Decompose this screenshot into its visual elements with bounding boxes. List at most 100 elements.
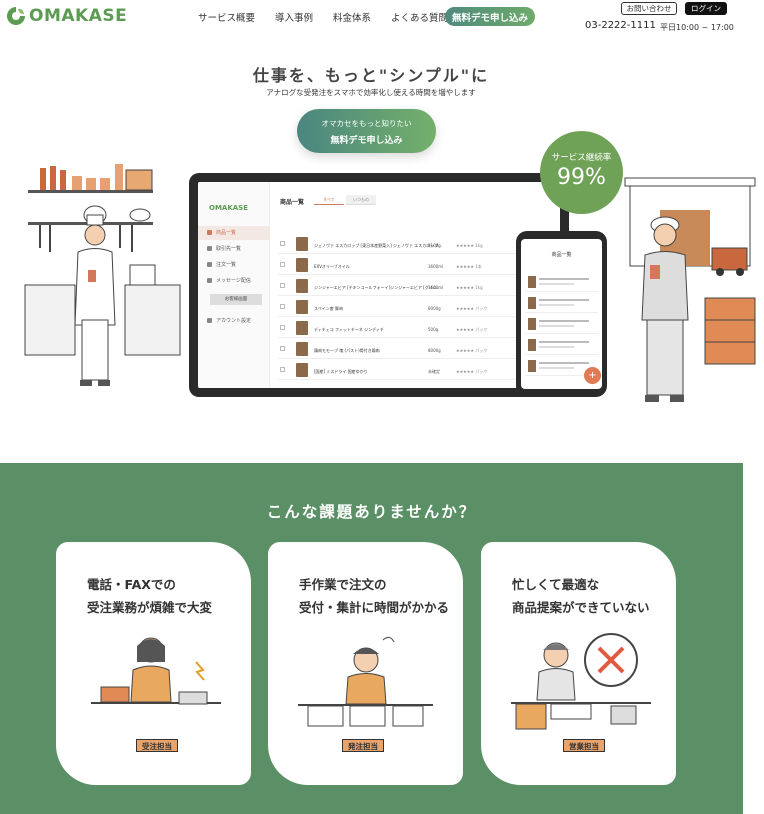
tablet-mockup: OMAKASE 商品一覧 取引先一覧 注文一覧 メッセージ配信 お客様画面 アカ… xyxy=(189,173,569,397)
checkbox xyxy=(280,304,285,309)
hero-cta-line1: オマカセをもっと知りたい xyxy=(321,119,412,128)
product-rating: ★★★★★ 1kg xyxy=(456,243,483,248)
problems-section: こんな課題ありませんか？ 電話・FAXでの 受注業務が煩雑で大変 受注担当 手作… xyxy=(0,463,743,814)
checkbox xyxy=(280,346,285,351)
hero-cta-line2: 無料デモ申し込み xyxy=(330,136,403,146)
product-name: EXVオリーブオイル xyxy=(314,264,350,269)
nav-item-pricing[interactable]: 料金体系 xyxy=(333,10,371,24)
tablet-menu-label: 注文一覧 xyxy=(216,262,237,268)
phone-page-title: 商品一覧 xyxy=(551,252,572,258)
product-qty: 未確定 xyxy=(428,369,440,374)
text-line xyxy=(539,367,574,369)
nav-item-faq[interactable]: よくある質問 xyxy=(391,10,448,24)
product-qty: 8000g xyxy=(428,306,441,311)
product-thumb xyxy=(296,237,308,251)
chef-illustration xyxy=(24,164,181,386)
text-line xyxy=(539,346,574,348)
product-qty: 3600ml xyxy=(428,264,444,269)
product-name: 鶏肉モモ一ブ 塊 (パスト)骨付き鶏肉 xyxy=(314,348,380,353)
tablet-menu-clients: 取引先一覧 xyxy=(198,242,270,256)
product-thumb xyxy=(296,363,308,377)
text-line xyxy=(539,278,589,280)
nav-item-service[interactable]: サービス概要 xyxy=(198,10,255,24)
phone-screen: 商品一覧 + xyxy=(521,239,602,389)
header-demo-button[interactable]: 無料デモ申し込み xyxy=(445,7,535,26)
checkbox xyxy=(280,283,285,288)
hero-demo-button[interactable]: オマカセをもっと知りたい 無料デモ申し込み xyxy=(297,109,436,153)
checkbox xyxy=(280,262,285,267)
product-thumb xyxy=(528,339,536,351)
text-line xyxy=(539,283,574,285)
cart-icon xyxy=(207,262,212,267)
checkbox xyxy=(280,241,285,246)
checkbox xyxy=(280,367,285,372)
product-qty: 500g xyxy=(428,327,439,332)
text-line xyxy=(539,304,574,306)
list-item xyxy=(525,336,598,355)
product-thumb xyxy=(296,279,308,293)
people-icon xyxy=(207,246,212,251)
login-button[interactable]: ログイン xyxy=(685,2,727,15)
hero-subtitle: アナログな受発注をスマホで効率化し使える時間を増やします xyxy=(266,88,476,97)
hero-title: 仕事を、もっと"シンプル"に xyxy=(252,66,490,85)
product-thumb xyxy=(296,321,308,335)
tablet-customer-view-button: お客様画面 xyxy=(210,294,262,305)
list-item xyxy=(525,294,598,313)
product-qty: 8100g xyxy=(428,243,441,248)
badge-title: サービス継続率 xyxy=(551,153,612,163)
confused-worker-illustration xyxy=(298,636,433,727)
contact-button[interactable]: お問い合わせ xyxy=(621,2,677,15)
list-item xyxy=(525,273,598,292)
phone-number[interactable]: 03-2222-1111 xyxy=(585,20,656,31)
tablet-sidebar: OMAKASE 商品一覧 取引先一覧 注文一覧 メッセージ配信 お客様画面 アカ… xyxy=(198,182,270,388)
product-thumb xyxy=(528,276,536,288)
product-icon xyxy=(207,230,212,235)
role-badge: 受注担当 xyxy=(136,739,178,752)
gear-icon xyxy=(207,318,212,323)
product-name: [国産] ミスドライ 国産ゆかり xyxy=(314,369,368,374)
tablet-menu-products: 商品一覧 xyxy=(198,226,270,240)
tablet-menu-orders: 注文一覧 xyxy=(198,258,270,272)
role-badge: 発注担当 xyxy=(342,739,384,752)
product-thumb xyxy=(528,318,536,330)
logo-text: OMAKASE xyxy=(29,6,128,26)
logo-icon xyxy=(7,7,25,25)
tablet-page-title: 商品一覧 xyxy=(280,199,305,206)
card-heading-line1: 電話・FAXでの xyxy=(87,577,176,592)
tablet-tab-usual: いつもの xyxy=(346,195,376,205)
site-header: OMAKASE サービス概要 導入事例 料金体系 よくある質問 無料デモ申し込み… xyxy=(0,0,764,40)
busy-operator-illustration xyxy=(91,637,221,705)
tablet-menu-label: 商品一覧 xyxy=(216,230,237,236)
card-heading-line2: 商品提案ができていない xyxy=(512,600,650,615)
retention-badge: サービス継続率 99% xyxy=(540,131,623,214)
product-name: ディチェコ フィットチーネ ジンディチ xyxy=(314,327,384,332)
product-rating: ★★★★★ パック xyxy=(456,348,488,353)
business-hours: 平日10:00 ~ 17:00 xyxy=(660,23,734,32)
product-qty: 8000g xyxy=(428,348,441,353)
role-badge: 営業担当 xyxy=(563,739,605,752)
product-qty: 3600ml xyxy=(428,285,444,290)
tablet-screen: OMAKASE 商品一覧 取引先一覧 注文一覧 メッセージ配信 お客様画面 アカ… xyxy=(198,182,560,388)
main-nav: サービス概要 導入事例 料金体系 よくある質問 xyxy=(198,10,468,24)
card-heading-line1: 手作業で注文の xyxy=(299,577,387,592)
card-heading-line2: 受注業務が煩雑で大変 xyxy=(87,600,213,615)
product-thumb xyxy=(296,258,308,272)
product-rating: ★★★★★ 1kg xyxy=(456,285,483,290)
product-rating: ★★★★★ 1本 xyxy=(456,264,482,269)
plus-icon: + xyxy=(584,367,601,384)
tablet-menu-label: 取引先一覧 xyxy=(216,246,242,252)
phone-mockup: 商品一覧 + xyxy=(516,231,607,397)
card-heading-line2: 受付・集計に時間がかかる xyxy=(299,600,450,615)
checkbox xyxy=(280,325,285,330)
tablet-tab-all: すべて xyxy=(314,195,344,205)
list-item xyxy=(525,315,598,334)
product-thumb xyxy=(528,360,536,372)
nav-item-cases[interactable]: 導入事例 xyxy=(275,10,313,24)
product-rating: ★★★★★ パック xyxy=(456,306,488,311)
logo[interactable]: OMAKASE xyxy=(6,5,127,27)
card-heading-line1: 忙しくて最適な xyxy=(512,577,600,592)
delivery-worker-illustration xyxy=(624,177,756,402)
tablet-logo: OMAKASE xyxy=(209,204,248,212)
badge-value: 99% xyxy=(557,165,606,190)
tablet-menu-label: アカウント設定 xyxy=(216,318,252,324)
